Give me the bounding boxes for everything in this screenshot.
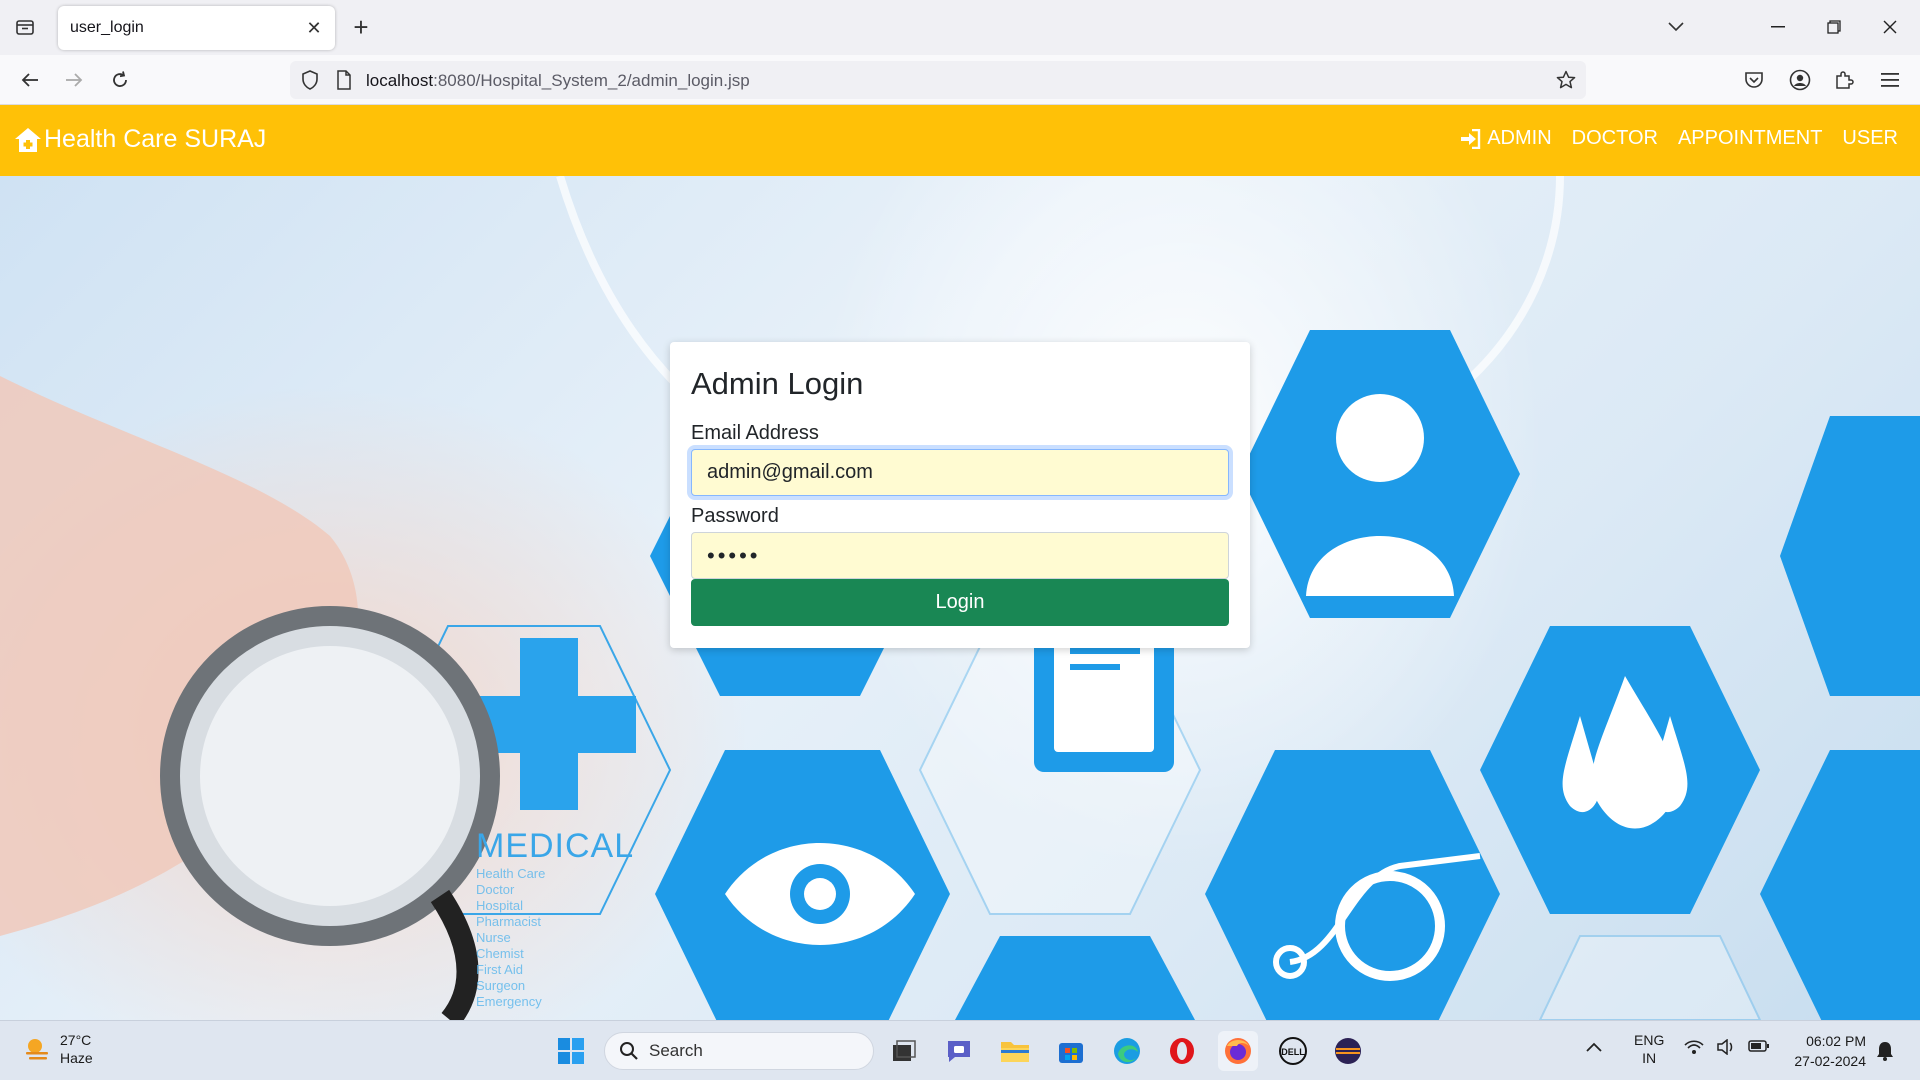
volume-icon xyxy=(1717,1039,1733,1055)
stethoscope-chestpiece xyxy=(160,606,500,1020)
weather-temp: 27°C xyxy=(60,1032,92,1048)
weather-widget[interactable]: 27°C Haze xyxy=(22,1031,93,1067)
microsoft-store-icon[interactable] xyxy=(1051,1031,1091,1071)
pocket-icon[interactable] xyxy=(1738,64,1770,96)
url-text: localhost:8080/Hospital_System_2/admin_l… xyxy=(366,71,750,91)
medical-caption: MEDICAL Health Care Doctor Hospital Phar… xyxy=(476,827,634,1010)
show-hidden-icons-chevron-icon[interactable] xyxy=(1586,1039,1602,1055)
minimize-icon[interactable] xyxy=(1758,10,1798,44)
reload-icon[interactable] xyxy=(104,64,136,96)
nav-appointment-label: APPOINTMENT xyxy=(1677,127,1823,149)
email-label: Email Address xyxy=(691,422,819,444)
brand-text: Health Care SURAJ xyxy=(44,125,267,153)
bookmark-star-icon[interactable] xyxy=(1550,64,1582,96)
edge-browser-icon[interactable] xyxy=(1107,1031,1147,1071)
tab-title: user_login xyxy=(70,19,144,36)
medical-title: MEDICAL xyxy=(476,827,635,865)
email-field[interactable] xyxy=(691,449,1229,496)
task-view-icon[interactable] xyxy=(884,1031,924,1071)
opera-icon[interactable] xyxy=(1162,1031,1202,1071)
windows-taskbar: 27°C Haze Search DELL ENG IN 06:02 PM 27… xyxy=(0,1020,1920,1080)
tab-list-icon[interactable] xyxy=(10,12,40,42)
browser-tab-bar: user_login ✕ + xyxy=(0,0,1920,55)
extensions-icon[interactable] xyxy=(1828,64,1860,96)
browser-tab-active[interactable]: user_login ✕ xyxy=(58,6,335,50)
nav-admin-label: ADMIN xyxy=(1487,127,1552,149)
region-code: IN xyxy=(1642,1050,1657,1066)
medical-item: Hospital xyxy=(476,898,523,913)
medical-item: First Aid xyxy=(476,962,523,977)
site-navbar: Health Care SURAJ ADMIN DOCTOR APPOINTME… xyxy=(0,105,1920,176)
password-field[interactable] xyxy=(691,532,1229,579)
url-path: :8080/Hospital_System_2/admin_login.jsp xyxy=(433,71,750,90)
home-icon xyxy=(15,127,41,152)
page-info-icon[interactable] xyxy=(328,64,360,96)
tab-overflow-chevron-icon[interactable] xyxy=(1656,10,1696,44)
medical-item: Emergency xyxy=(476,994,542,1009)
firefox-icon[interactable] xyxy=(1218,1031,1258,1071)
windows-start-icon[interactable] xyxy=(551,1031,591,1071)
forward-icon[interactable] xyxy=(58,64,90,96)
medical-item: Doctor xyxy=(476,882,515,897)
url-host: localhost xyxy=(366,71,434,90)
clock-date: 27-02-2024 xyxy=(1794,1053,1866,1069)
language-code: ENG xyxy=(1634,1032,1665,1048)
restore-icon[interactable] xyxy=(1814,10,1854,44)
medical-item: Nurse xyxy=(476,930,511,945)
back-icon[interactable] xyxy=(14,64,46,96)
new-tab-icon[interactable]: + xyxy=(346,12,376,42)
menu-hamburger-icon[interactable] xyxy=(1874,64,1906,96)
notification-bell-icon[interactable] xyxy=(1876,1041,1894,1064)
web-page: Health Care SURAJ ADMIN DOCTOR APPOINTME… xyxy=(0,105,1920,1020)
password-label: Password xyxy=(691,505,779,527)
language-indicator[interactable]: ENG IN xyxy=(1634,1031,1664,1067)
shield-icon[interactable] xyxy=(294,64,326,96)
system-clock[interactable]: 06:02 PM 27-02-2024 xyxy=(1794,1031,1866,1071)
account-icon[interactable] xyxy=(1784,64,1816,96)
close-window-icon[interactable] xyxy=(1870,10,1910,44)
haze-weather-icon xyxy=(26,1039,48,1060)
login-button[interactable]: Login xyxy=(691,579,1229,626)
medical-item: Pharmacist xyxy=(476,914,542,929)
nav-doctor-label: DOCTOR xyxy=(1571,127,1658,149)
main-menu: ADMIN DOCTOR APPOINTMENT USER xyxy=(1459,127,1898,150)
hex-wheelchair xyxy=(1205,750,1500,1020)
hex-eye xyxy=(655,750,950,1020)
dell-icon[interactable]: DELL xyxy=(1273,1031,1313,1071)
system-tray[interactable] xyxy=(1684,1039,1770,1055)
teams-chat-icon[interactable] xyxy=(939,1031,979,1071)
brand-link[interactable]: Health Care SURAJ xyxy=(14,125,266,154)
weather-desc: Haze xyxy=(60,1050,93,1066)
medical-item: Health Care xyxy=(476,866,546,881)
clock-time: 06:02 PM xyxy=(1806,1033,1866,1049)
address-bar[interactable]: localhost:8080/Hospital_System_2/admin_l… xyxy=(290,61,1586,99)
close-tab-icon[interactable]: ✕ xyxy=(301,15,327,41)
medical-list: Health Care Doctor Hospital Pharmacist N… xyxy=(476,866,634,1010)
wifi-icon xyxy=(1684,1040,1704,1054)
battery-icon xyxy=(1748,1040,1769,1052)
taskbar-search[interactable]: Search xyxy=(604,1032,874,1070)
medical-item: Surgeon xyxy=(476,978,526,993)
nav-user-label: USER xyxy=(1842,127,1898,149)
nav-user[interactable]: USER xyxy=(1842,127,1898,150)
eclipse-icon[interactable] xyxy=(1328,1031,1368,1071)
login-title: Admin Login xyxy=(691,366,864,401)
sign-in-icon xyxy=(1461,128,1481,149)
search-placeholder: Search xyxy=(649,1041,703,1060)
svg-text:DELL: DELL xyxy=(1281,1047,1305,1057)
nav-admin[interactable]: ADMIN xyxy=(1459,127,1552,150)
search-icon xyxy=(620,1042,638,1060)
medical-item: Chemist xyxy=(476,946,524,961)
browser-toolbar: localhost:8080/Hospital_System_2/admin_l… xyxy=(0,55,1920,105)
hex-drops xyxy=(1480,626,1760,914)
nav-appointment[interactable]: APPOINTMENT xyxy=(1678,127,1822,150)
file-explorer-icon[interactable] xyxy=(995,1031,1035,1071)
nav-doctor[interactable]: DOCTOR xyxy=(1572,127,1658,150)
admin-login-card: Admin Login Email Address Password Login xyxy=(670,342,1250,648)
